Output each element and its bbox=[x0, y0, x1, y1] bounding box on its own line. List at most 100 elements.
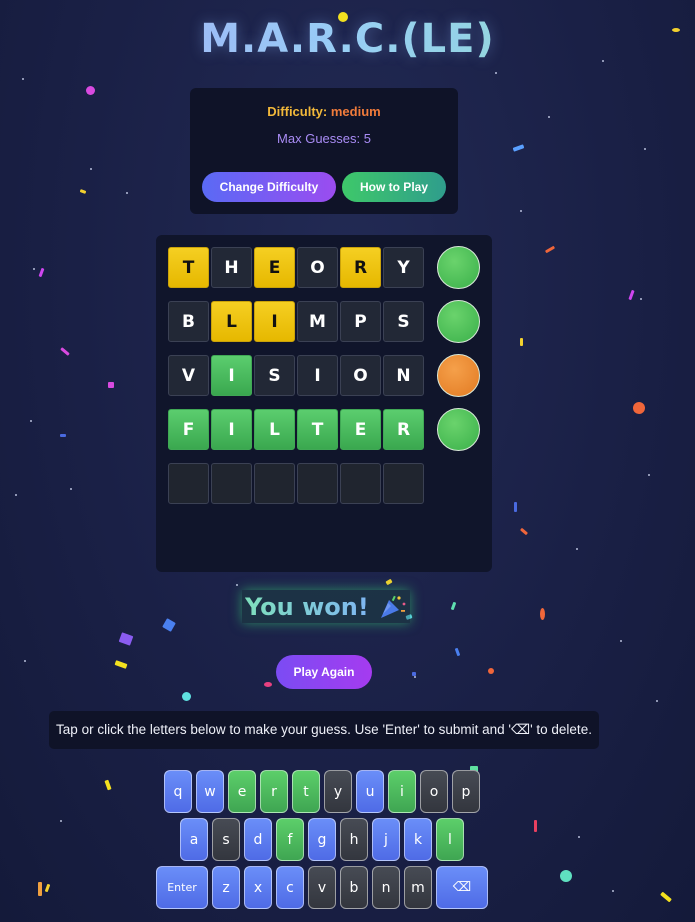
instructions-text: Tap or click the letters below to make y… bbox=[49, 711, 599, 749]
key-y[interactable]: y bbox=[324, 770, 352, 813]
confetti-piece bbox=[512, 144, 525, 152]
star bbox=[656, 700, 658, 702]
key-p[interactable]: p bbox=[452, 770, 480, 813]
letter-tile: S bbox=[383, 301, 424, 342]
confetti-piece bbox=[450, 601, 457, 611]
star bbox=[648, 474, 650, 476]
letter-tile: R bbox=[340, 247, 381, 288]
key-l[interactable]: l bbox=[436, 818, 464, 861]
guess-row: BLIMPS bbox=[168, 301, 424, 342]
difficulty-line: Difficulty: medium bbox=[190, 104, 458, 119]
row-status-indicator bbox=[437, 246, 480, 289]
star bbox=[520, 210, 522, 212]
confetti-piece bbox=[488, 668, 494, 674]
how-to-play-button[interactable]: How to Play bbox=[342, 172, 446, 202]
letter-tile: R bbox=[383, 409, 424, 450]
confetti-piece bbox=[534, 820, 537, 832]
letter-tile: P bbox=[340, 301, 381, 342]
key-w[interactable]: w bbox=[196, 770, 224, 813]
win-text: You won! bbox=[245, 592, 369, 621]
star bbox=[640, 298, 642, 300]
change-difficulty-button[interactable]: Change Difficulty bbox=[202, 172, 336, 202]
key-e[interactable]: e bbox=[228, 770, 256, 813]
guess-row: THEORY bbox=[168, 247, 424, 288]
confetti-piece bbox=[514, 502, 517, 512]
letter-tile: T bbox=[168, 247, 209, 288]
star bbox=[578, 836, 580, 838]
letter-tile: E bbox=[254, 247, 295, 288]
star bbox=[620, 640, 622, 642]
confetti-piece bbox=[628, 289, 635, 301]
key-s[interactable]: s bbox=[212, 818, 240, 861]
letter-tile: B bbox=[168, 301, 209, 342]
key-i[interactable]: i bbox=[388, 770, 416, 813]
key-o[interactable]: o bbox=[420, 770, 448, 813]
letter-tile: Y bbox=[383, 247, 424, 288]
key-g[interactable]: g bbox=[308, 818, 336, 861]
key-r[interactable]: r bbox=[260, 770, 288, 813]
letter-tile bbox=[168, 463, 209, 504]
letter-tile bbox=[383, 463, 424, 504]
key-b[interactable]: b bbox=[340, 866, 368, 909]
letter-tile: T bbox=[297, 409, 338, 450]
key-f[interactable]: f bbox=[276, 818, 304, 861]
key-c[interactable]: c bbox=[276, 866, 304, 909]
letter-tile: O bbox=[340, 355, 381, 396]
key-u[interactable]: u bbox=[356, 770, 384, 813]
difficulty-panel: Difficulty: medium Max Guesses: 5 Change… bbox=[190, 88, 458, 214]
letter-tile bbox=[297, 463, 338, 504]
star bbox=[30, 420, 32, 422]
confetti-piece bbox=[108, 382, 114, 388]
letter-tile: M bbox=[297, 301, 338, 342]
star bbox=[90, 168, 92, 170]
letter-tile: I bbox=[254, 301, 295, 342]
key-n[interactable]: n bbox=[372, 866, 400, 909]
star bbox=[126, 192, 128, 194]
confetti-piece bbox=[162, 618, 176, 632]
letter-tile: I bbox=[211, 355, 252, 396]
row-status-indicator bbox=[437, 354, 480, 397]
guess-row: VISION bbox=[168, 355, 424, 396]
confetti-piece bbox=[412, 672, 416, 676]
backspace-key[interactable]: ⌫ bbox=[436, 866, 488, 909]
confetti-piece bbox=[38, 882, 42, 896]
confetti-piece bbox=[519, 527, 529, 536]
letter-tile: I bbox=[297, 355, 338, 396]
star bbox=[22, 78, 24, 80]
keyboard-row: qwertyuiop bbox=[164, 770, 480, 813]
star bbox=[612, 890, 614, 892]
confetti-piece bbox=[544, 245, 556, 254]
party-popper-icon bbox=[380, 595, 406, 618]
key-h[interactable]: h bbox=[340, 818, 368, 861]
letter-tile: I bbox=[211, 409, 252, 450]
star bbox=[576, 548, 578, 550]
key-z[interactable]: z bbox=[212, 866, 240, 909]
key-j[interactable]: j bbox=[372, 818, 400, 861]
letter-tile: H bbox=[211, 247, 252, 288]
letter-tile: L bbox=[254, 409, 295, 450]
star bbox=[60, 820, 62, 822]
letter-tile: F bbox=[168, 409, 209, 450]
confetti-piece bbox=[454, 647, 461, 657]
key-k[interactable]: k bbox=[404, 818, 432, 861]
key-a[interactable]: a bbox=[180, 818, 208, 861]
key-m[interactable]: m bbox=[404, 866, 432, 909]
star bbox=[15, 494, 17, 496]
enter-key[interactable]: Enter bbox=[156, 866, 208, 909]
key-v[interactable]: v bbox=[308, 866, 336, 909]
key-q[interactable]: q bbox=[164, 770, 192, 813]
confetti-piece bbox=[182, 692, 191, 701]
key-t[interactable]: t bbox=[292, 770, 320, 813]
difficulty-label: Difficulty: bbox=[267, 104, 328, 119]
confetti-piece bbox=[560, 870, 572, 882]
confetti-piece bbox=[540, 608, 545, 620]
confetti-piece bbox=[60, 347, 70, 356]
confetti-piece bbox=[79, 189, 87, 194]
letter-tile: O bbox=[297, 247, 338, 288]
key-x[interactable]: x bbox=[244, 866, 272, 909]
win-message: You won! bbox=[242, 590, 410, 623]
key-d[interactable]: d bbox=[244, 818, 272, 861]
play-again-button[interactable]: Play Again bbox=[276, 655, 372, 689]
keyboard-row: Enter z x c v b n m ⌫ bbox=[156, 866, 488, 909]
confetti-piece bbox=[60, 434, 66, 437]
